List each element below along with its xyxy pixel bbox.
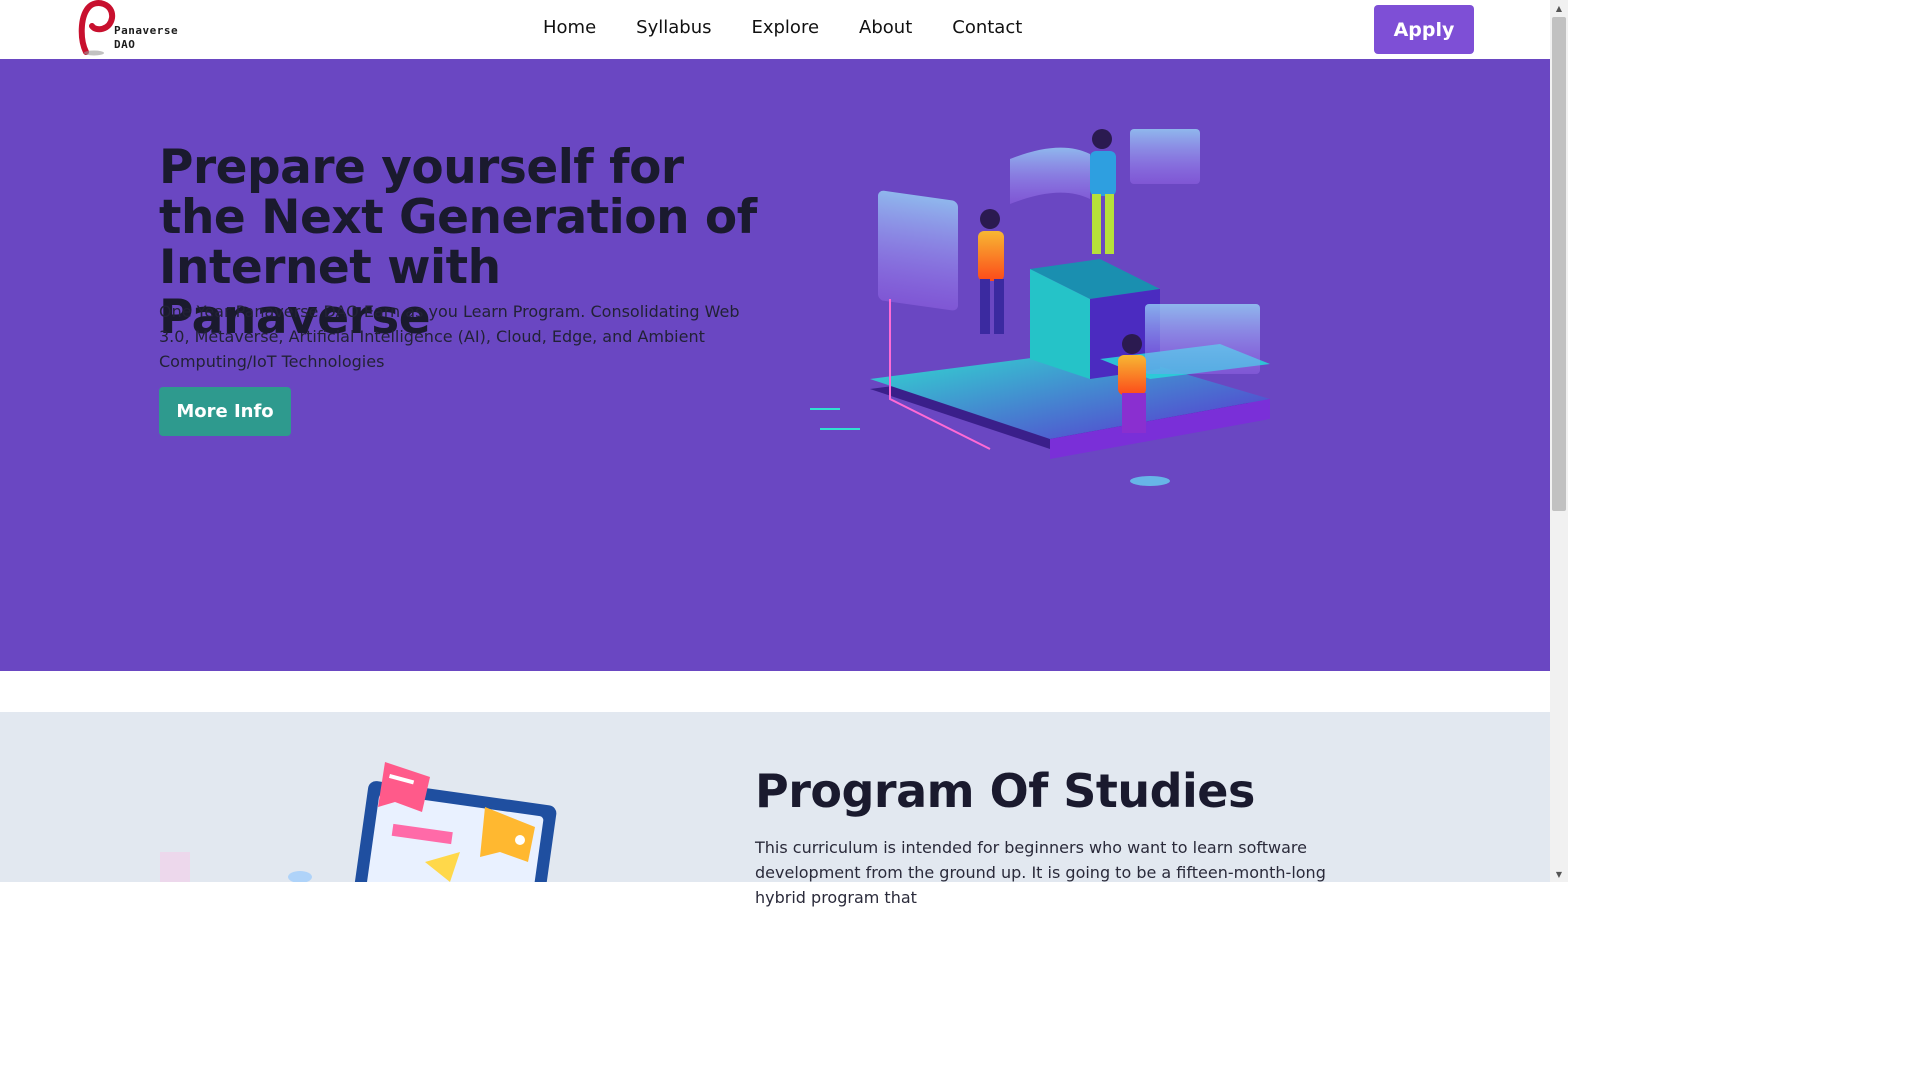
logo-text-line1: Panaverse bbox=[114, 24, 179, 37]
nav-contact[interactable]: Contact bbox=[952, 17, 1022, 38]
navbar: Panaverse DAO Home Syllabus Explore Abou… bbox=[0, 0, 1550, 58]
main-nav: Home Syllabus Explore About Contact bbox=[543, 17, 1062, 38]
scroll-thumb[interactable] bbox=[1552, 17, 1566, 511]
scroll-down-arrow-icon[interactable]: ▼ bbox=[1550, 866, 1568, 882]
laptop-chat-illustration bbox=[160, 762, 557, 882]
nav-about[interactable]: About bbox=[859, 17, 912, 38]
apply-button[interactable]: Apply bbox=[1374, 5, 1474, 54]
more-info-button[interactable]: More Info bbox=[159, 387, 291, 436]
nav-syllabus[interactable]: Syllabus bbox=[636, 17, 711, 38]
logo-text-line2: DAO bbox=[114, 38, 136, 51]
hero-subtitle: One Year Panaverse DAO Earn as you Learn… bbox=[159, 302, 740, 371]
vr-metaverse-illustration bbox=[810, 129, 1270, 486]
program-description: This curriculum is intended for beginner… bbox=[755, 838, 1326, 907]
program-section: Program Of Studies This curriculum is in… bbox=[0, 712, 1550, 907]
panaverse-logo-icon bbox=[78, 0, 116, 56]
nav-home[interactable]: Home bbox=[543, 17, 596, 38]
program-title: Program Of Studies bbox=[755, 764, 1255, 818]
page-scrollbar[interactable]: ▲ ▼ bbox=[1550, 0, 1568, 882]
logo[interactable]: Panaverse DAO bbox=[78, 0, 188, 58]
nav-explore[interactable]: Explore bbox=[751, 17, 819, 38]
hero-section: Prepare yourself for the Next Generation… bbox=[0, 59, 1550, 671]
scroll-up-arrow-icon[interactable]: ▲ bbox=[1550, 0, 1568, 16]
